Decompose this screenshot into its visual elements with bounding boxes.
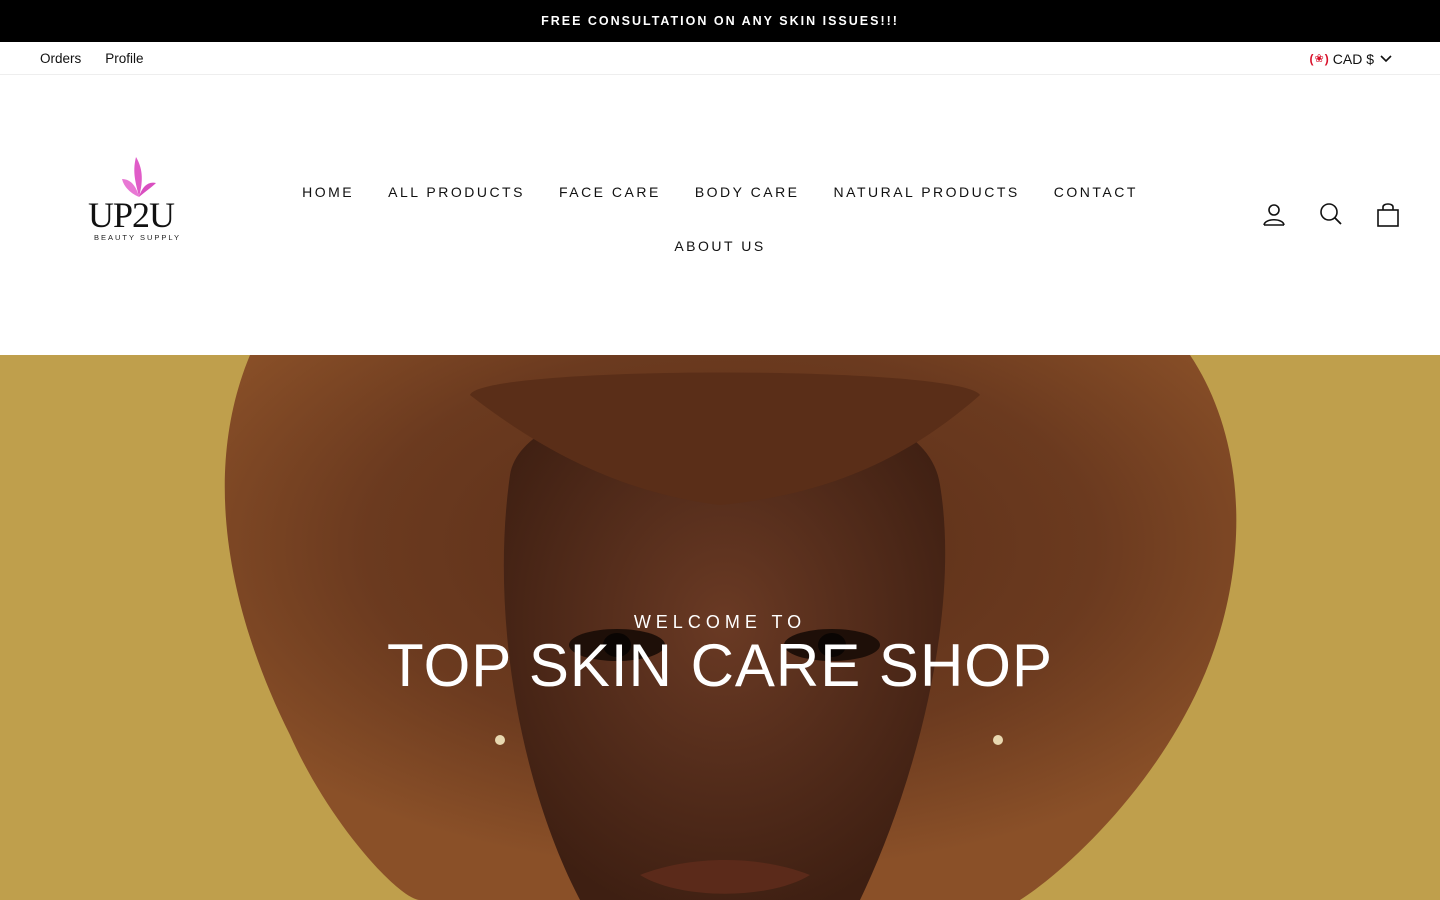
account-icon[interactable] xyxy=(1262,202,1286,226)
search-icon[interactable] xyxy=(1319,202,1343,226)
canada-flag-icon: (❀) xyxy=(1309,51,1329,66)
main-navigation: HOME ALL PRODUCTS FACE CARE BODY CARE NA… xyxy=(280,183,1160,255)
nav-about-us[interactable]: ABOUT US xyxy=(674,237,765,255)
nav-face-care[interactable]: FACE CARE xyxy=(559,183,661,201)
announcement-text: FREE CONSULTATION ON ANY SKIN ISSUES!!! xyxy=(541,14,899,28)
currency-label: CAD $ xyxy=(1332,50,1374,67)
nav-body-care[interactable]: BODY CARE xyxy=(695,183,800,201)
announcement-bar: FREE CONSULTATION ON ANY SKIN ISSUES!!! xyxy=(0,0,1440,42)
currency-selector[interactable]: (❀) CAD $ xyxy=(1310,42,1392,75)
site-header: UP2U BEAUTY SUPPLY HOME ALL PRODUCTS FAC… xyxy=(0,75,1440,355)
logo-tagline: BEAUTY SUPPLY xyxy=(94,233,181,242)
nav-contact[interactable]: CONTACT xyxy=(1054,183,1138,201)
hero-eyebrow: WELCOME TO xyxy=(633,612,807,632)
hero-banner: WELCOME TO TOP SKIN CARE SHOP xyxy=(0,355,1440,900)
nav-natural-products[interactable]: NATURAL PRODUCTS xyxy=(834,183,1020,201)
hero-title: TOP SKIN CARE SHOP xyxy=(387,632,1053,699)
site-logo[interactable]: UP2U BEAUTY SUPPLY xyxy=(84,153,196,245)
utility-bar: Orders Profile (❀) CAD $ xyxy=(0,42,1440,75)
nav-all-products[interactable]: ALL PRODUCTS xyxy=(388,183,525,201)
profile-link[interactable]: Profile xyxy=(105,51,143,66)
nav-home[interactable]: HOME xyxy=(302,183,354,201)
butterfly-logo-icon xyxy=(122,157,156,197)
cart-icon[interactable] xyxy=(1376,201,1400,227)
header-icons xyxy=(1262,201,1400,227)
logo-brand: UP2U xyxy=(88,195,175,235)
chevron-down-icon xyxy=(1380,54,1392,63)
orders-link[interactable]: Orders xyxy=(40,51,81,66)
